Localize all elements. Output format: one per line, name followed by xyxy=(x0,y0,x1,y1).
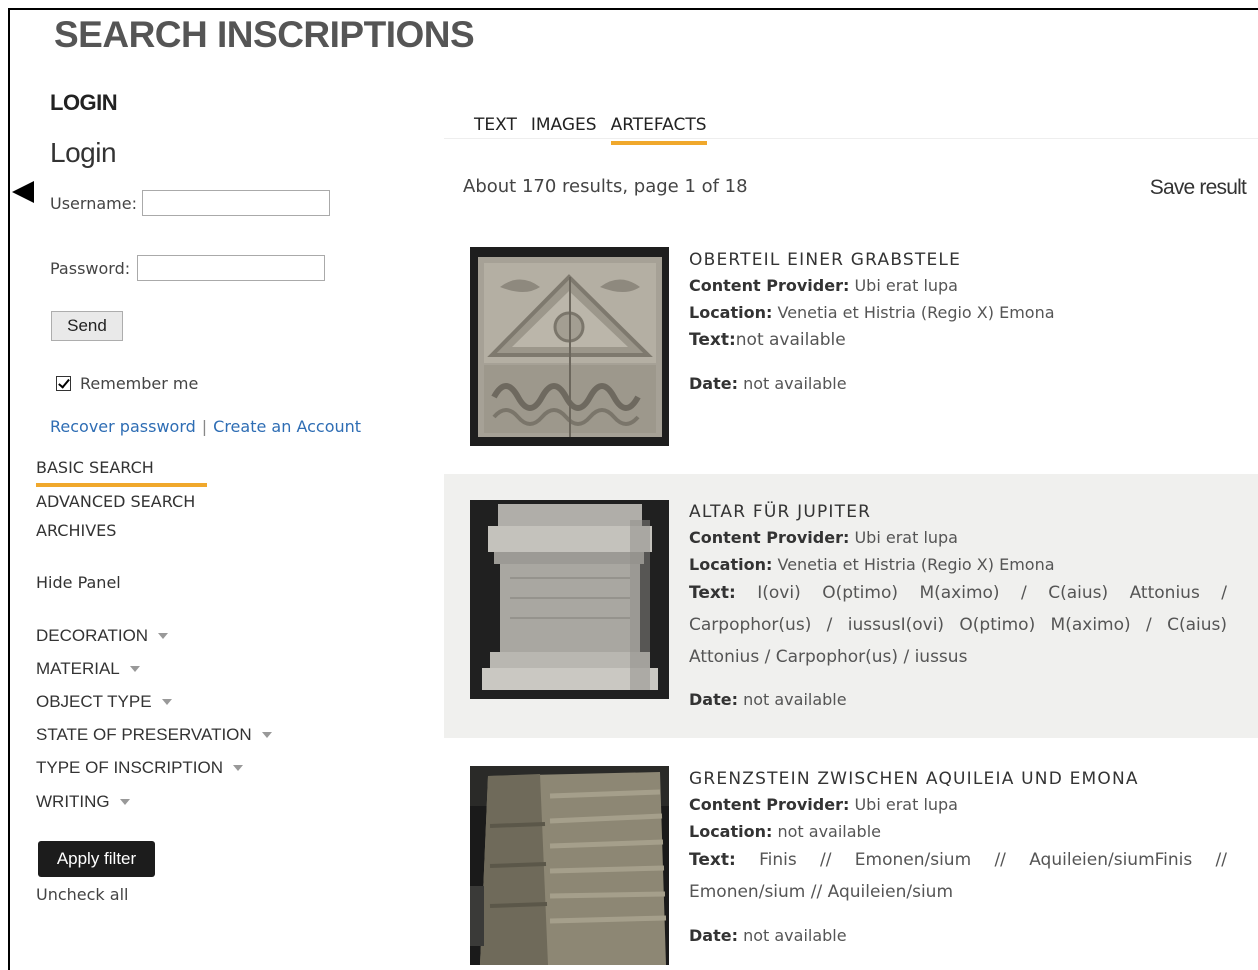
facet-label: WRITING xyxy=(36,792,110,811)
facet-material[interactable]: MATERIAL xyxy=(36,659,140,679)
result-item: ALTAR FÜR JUPITER Content Provider: Ubi … xyxy=(444,474,1258,738)
provider-label: Content Provider: xyxy=(689,276,850,295)
result-date: Date: not available xyxy=(689,374,847,393)
nav-active-underline xyxy=(36,483,207,487)
result-item: OBERTEIL EINER GRABSTELE Content Provide… xyxy=(444,228,1258,474)
hide-panel-link[interactable]: Hide Panel xyxy=(36,573,121,592)
caret-down-icon xyxy=(119,799,130,805)
text-value: Finis // Emonen/sium // Aquileien/siumFi… xyxy=(689,850,1228,902)
result-provider: Content Provider: Ubi erat lupa xyxy=(689,276,958,295)
location-value: Venetia et Histria (Regio X) Emona xyxy=(777,303,1055,322)
password-input[interactable] xyxy=(137,255,325,281)
text-value: I(ovi) O(ptimo) M(aximo) / C(aius) Atton… xyxy=(689,583,1227,667)
date-value: not available xyxy=(743,374,847,393)
provider-value: Ubi erat lupa xyxy=(854,528,958,547)
nav-basic-search[interactable]: BASIC SEARCH xyxy=(36,458,154,477)
login-heading: LOGIN xyxy=(50,90,118,115)
save-result-button[interactable]: Save result xyxy=(1150,176,1247,200)
tab-text[interactable]: TEXT xyxy=(474,115,517,135)
result-text: Text: Finis // Emonen/sium // Aquileien/… xyxy=(689,844,1227,908)
provider-value: Ubi erat lupa xyxy=(854,276,958,295)
date-value: not available xyxy=(743,926,847,945)
facet-object-type[interactable]: OBJECT TYPE xyxy=(36,692,172,712)
caret-down-icon xyxy=(129,666,140,672)
date-label: Date: xyxy=(689,374,738,393)
caret-down-icon xyxy=(261,732,272,738)
send-button[interactable]: Send xyxy=(51,311,123,341)
result-title[interactable]: OBERTEIL EINER GRABSTELE xyxy=(689,250,961,270)
text-label: Text: xyxy=(689,850,736,870)
tab-artefacts[interactable]: ARTEFACTS xyxy=(610,115,707,145)
provider-label: Content Provider: xyxy=(689,528,850,547)
create-account-link[interactable]: Create an Account xyxy=(213,417,361,436)
remember-me: Remember me xyxy=(56,374,198,393)
provider-value: Ubi erat lupa xyxy=(854,795,958,814)
result-thumbnail[interactable] xyxy=(470,247,669,446)
text-label: Text: xyxy=(689,583,736,603)
tab-images[interactable]: IMAGES xyxy=(531,115,597,135)
facet-type-of-inscription[interactable]: TYPE OF INSCRIPTION xyxy=(36,758,244,778)
recover-password-link[interactable]: Recover password xyxy=(50,417,196,436)
link-separator: | xyxy=(201,417,208,436)
result-location: Location: Venetia et Histria (Regio X) E… xyxy=(689,303,1055,322)
date-value: not available xyxy=(743,690,847,709)
facet-writing[interactable]: WRITING xyxy=(36,792,130,812)
stele-image xyxy=(470,247,669,446)
triangle-left-icon[interactable] xyxy=(12,181,34,203)
account-links: Recover password | Create an Account xyxy=(50,417,361,436)
result-title[interactable]: GRENZSTEIN ZWISCHEN AQUILEIA UND EMONA xyxy=(689,769,1139,789)
caret-down-icon xyxy=(158,633,169,639)
boundary-stone-image xyxy=(470,766,669,965)
username-label: Username: xyxy=(50,194,137,213)
result-provider: Content Provider: Ubi erat lupa xyxy=(689,795,958,814)
result-item: GRENZSTEIN ZWISCHEN AQUILEIA UND EMONA C… xyxy=(444,738,1258,970)
location-label: Location: xyxy=(689,822,773,841)
result-date: Date: not available xyxy=(689,690,847,709)
result-title[interactable]: ALTAR FÜR JUPITER xyxy=(689,502,871,522)
apply-filter-button[interactable]: Apply filter xyxy=(38,841,155,877)
result-location: Location: Venetia et Histria (Regio X) E… xyxy=(689,555,1055,574)
remember-checkbox[interactable] xyxy=(56,376,71,391)
username-input[interactable] xyxy=(142,190,330,216)
uncheck-all-link[interactable]: Uncheck all xyxy=(36,885,128,904)
facet-label: TYPE OF INSCRIPTION xyxy=(36,758,224,777)
result-tabs: TEXT IMAGES ARTEFACTS xyxy=(474,115,721,145)
location-label: Location: xyxy=(689,555,773,574)
facet-state-of-preservation[interactable]: STATE OF PRESERVATION xyxy=(36,725,272,745)
nav-archives[interactable]: ARCHIVES xyxy=(36,521,116,540)
result-summary: About 170 results, page 1 of 18 xyxy=(463,176,748,197)
remember-label: Remember me xyxy=(80,374,199,393)
caret-down-icon xyxy=(233,765,244,771)
facet-decoration[interactable]: DECORATION xyxy=(36,626,169,646)
facet-label: OBJECT TYPE xyxy=(36,692,152,711)
provider-label: Content Provider: xyxy=(689,795,850,814)
page-title: SEARCH INSCRIPTIONS xyxy=(54,14,475,55)
password-label: Password: xyxy=(50,259,131,278)
date-label: Date: xyxy=(689,690,738,709)
text-label: Text: xyxy=(689,330,736,350)
facet-label: DECORATION xyxy=(36,626,149,645)
result-text: Text:not available xyxy=(689,330,846,350)
result-provider: Content Provider: Ubi erat lupa xyxy=(689,528,958,547)
tabs-divider xyxy=(444,138,1258,139)
result-text: Text: I(ovi) O(ptimo) M(aximo) / C(aius)… xyxy=(689,577,1227,673)
altar-image xyxy=(470,500,669,699)
facet-label: STATE OF PRESERVATION xyxy=(36,725,252,744)
result-thumbnail[interactable] xyxy=(470,500,669,699)
facet-label: MATERIAL xyxy=(36,659,120,678)
nav-advanced-search[interactable]: ADVANCED SEARCH xyxy=(36,492,195,511)
result-location: Location: not available xyxy=(689,822,881,841)
result-date: Date: not available xyxy=(689,926,847,945)
caret-down-icon xyxy=(161,699,172,705)
text-value: not available xyxy=(735,330,846,350)
date-label: Date: xyxy=(689,926,738,945)
location-value: Venetia et Histria (Regio X) Emona xyxy=(777,555,1055,574)
location-value: not available xyxy=(777,822,881,841)
location-label: Location: xyxy=(689,303,773,322)
result-thumbnail[interactable] xyxy=(470,766,669,965)
login-subtitle: Login xyxy=(50,137,117,168)
